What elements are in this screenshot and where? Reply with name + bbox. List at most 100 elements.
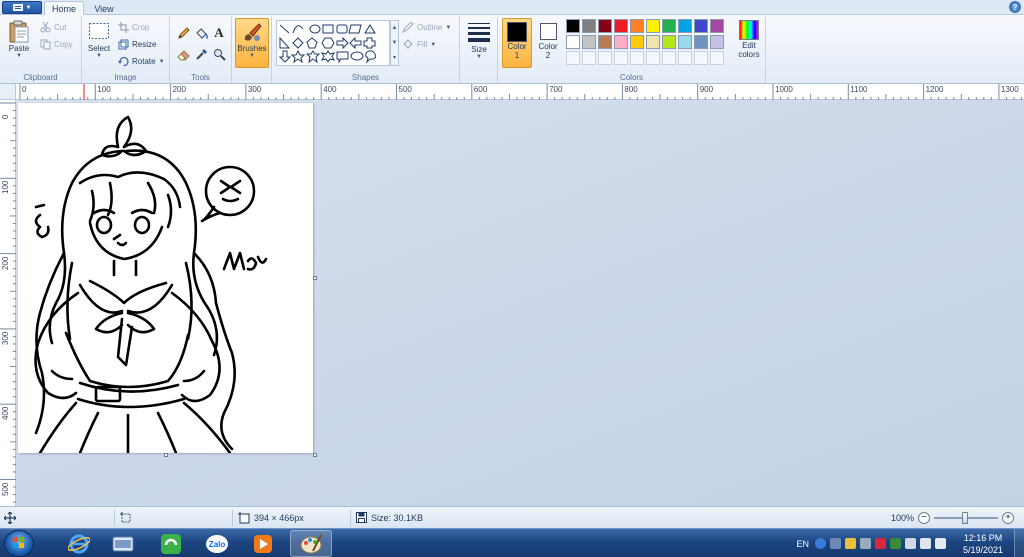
custom-color-slot[interactable] xyxy=(598,51,612,65)
chevron-down-icon: ▼ xyxy=(476,54,482,60)
cut-button[interactable]: Cut xyxy=(40,22,66,33)
chevron-down-icon: ▼ xyxy=(158,58,165,65)
custom-color-slot[interactable] xyxy=(710,51,724,65)
crop-button[interactable]: Crop xyxy=(118,22,149,33)
color-swatch[interactable] xyxy=(662,35,676,49)
eyedropper-icon xyxy=(195,48,207,60)
color-swatch[interactable] xyxy=(614,35,628,49)
color-swatch[interactable] xyxy=(694,35,708,49)
color-swatch[interactable] xyxy=(662,19,676,33)
color-swatch[interactable] xyxy=(710,19,724,33)
volume-icon[interactable] xyxy=(905,538,916,549)
resize-label: Resize xyxy=(132,40,157,49)
taskbar-green-app[interactable] xyxy=(150,530,192,557)
start-button[interactable] xyxy=(4,530,34,557)
color-swatch[interactable] xyxy=(598,19,612,33)
canvas-resize-handle-bottom[interactable] xyxy=(164,453,168,457)
custom-color-slot[interactable] xyxy=(646,51,660,65)
select-button[interactable]: Select ▼ xyxy=(85,22,113,59)
drawing-canvas[interactable] xyxy=(18,103,313,453)
text-button[interactable]: A xyxy=(211,25,227,41)
taskbar-media-player[interactable] xyxy=(242,530,284,557)
antivirus-tray-icon[interactable] xyxy=(875,538,886,549)
copy-button[interactable]: Copy xyxy=(40,39,73,50)
canvas-resize-handle-corner[interactable] xyxy=(313,453,317,457)
color-swatch[interactable] xyxy=(582,35,596,49)
battery-icon[interactable] xyxy=(935,538,946,549)
color-swatch[interactable] xyxy=(566,19,580,33)
network-tray-icon[interactable] xyxy=(860,538,871,549)
color1-button[interactable]: Color 1 xyxy=(502,18,532,68)
tab-home[interactable]: Home xyxy=(44,1,84,16)
magnifier-button[interactable] xyxy=(211,46,227,62)
size-group: Size ▼ xyxy=(460,17,498,83)
color-swatch[interactable] xyxy=(582,19,596,33)
color-swatch[interactable] xyxy=(646,35,660,49)
settings-tray-icon[interactable] xyxy=(830,538,841,549)
color-picker-button[interactable] xyxy=(193,46,209,62)
rotate-icon xyxy=(118,56,129,67)
color-swatch[interactable] xyxy=(630,19,644,33)
edit-colors-button[interactable]: Edit colors xyxy=(734,20,764,59)
custom-color-slot[interactable] xyxy=(566,51,580,65)
color-swatch[interactable] xyxy=(678,35,692,49)
canvas-resize-handle-right[interactable] xyxy=(313,276,317,280)
resize-button[interactable]: Resize xyxy=(118,39,156,50)
color-swatch[interactable] xyxy=(630,35,644,49)
custom-color-slot[interactable] xyxy=(694,51,708,65)
status-separator xyxy=(114,510,115,526)
outline-button[interactable]: Outline ▼ xyxy=(402,22,451,33)
color-swatch[interactable] xyxy=(678,19,692,33)
custom-color-slot[interactable] xyxy=(678,51,692,65)
brushes-button[interactable]: Brushes ▼ xyxy=(235,18,269,68)
size-button[interactable]: Size ▼ xyxy=(464,22,494,60)
language-indicator[interactable]: EN xyxy=(796,539,809,549)
custom-color-slot[interactable] xyxy=(630,51,644,65)
taskbar-zalo[interactable]: Zalo xyxy=(196,530,238,557)
shapes-group-label: Shapes xyxy=(351,73,380,82)
show-desktop-button[interactable] xyxy=(1014,529,1024,557)
signal-icon[interactable] xyxy=(920,538,931,549)
color-swatch[interactable] xyxy=(614,19,628,33)
fill-shape-button[interactable]: Fill ▼ xyxy=(402,39,436,50)
clock-time: 12:16 PM xyxy=(963,532,1003,543)
help-tray-icon[interactable] xyxy=(815,538,826,549)
eraser-button[interactable] xyxy=(175,46,191,62)
shapes-gallery[interactable] xyxy=(276,20,390,66)
system-clock[interactable]: 12:16 PM 5/19/2021 xyxy=(952,532,1014,556)
pencil-button[interactable] xyxy=(175,25,191,41)
taskbar-internet-explorer[interactable] xyxy=(58,530,100,557)
paint-menu-button[interactable]: ▼ xyxy=(2,1,42,14)
color2-button[interactable]: Color 2 xyxy=(534,18,562,68)
file-size: Size: 30.1KB xyxy=(356,512,423,523)
help-icon[interactable]: ? xyxy=(1009,1,1021,13)
zoom-out-button[interactable]: − xyxy=(918,512,931,524)
color-swatch[interactable] xyxy=(710,35,724,49)
color-swatch[interactable] xyxy=(598,35,612,49)
flag-tray-icon[interactable] xyxy=(845,538,856,549)
custom-color-slot[interactable] xyxy=(662,51,676,65)
color-swatch[interactable] xyxy=(646,19,660,33)
image-dimensions: 394 × 466px xyxy=(238,512,304,524)
zoom-in-button[interactable]: + xyxy=(1002,512,1015,524)
app-tray-icon[interactable] xyxy=(890,538,901,549)
shapes-gallery-scroll[interactable]: ▲ ▼ ▾ xyxy=(390,20,399,66)
rotate-button[interactable]: Rotate ▼ xyxy=(118,56,165,67)
taskbar-paint[interactable] xyxy=(290,530,332,557)
zoom-slider[interactable] xyxy=(934,512,999,524)
chevron-down-icon: ▼ xyxy=(25,4,32,11)
color-swatch[interactable] xyxy=(566,35,580,49)
custom-color-slot[interactable] xyxy=(582,51,596,65)
zoom-slider-thumb[interactable] xyxy=(962,512,969,524)
fill-button[interactable] xyxy=(193,25,209,41)
shapes-group: ▲ ▼ ▾ Outline ▼ Fill ▼ Shapes xyxy=(272,17,460,83)
clipboard-icon xyxy=(9,20,29,43)
zalo-icon: Zalo xyxy=(206,534,228,553)
tab-view[interactable]: View xyxy=(86,1,122,16)
media-player-icon xyxy=(254,534,272,553)
paste-button[interactable]: Paste ▼ xyxy=(4,20,34,59)
custom-color-slot[interactable] xyxy=(614,51,628,65)
resize-icon xyxy=(118,39,129,50)
color-swatch[interactable] xyxy=(694,19,708,33)
taskbar-app[interactable] xyxy=(102,530,144,557)
